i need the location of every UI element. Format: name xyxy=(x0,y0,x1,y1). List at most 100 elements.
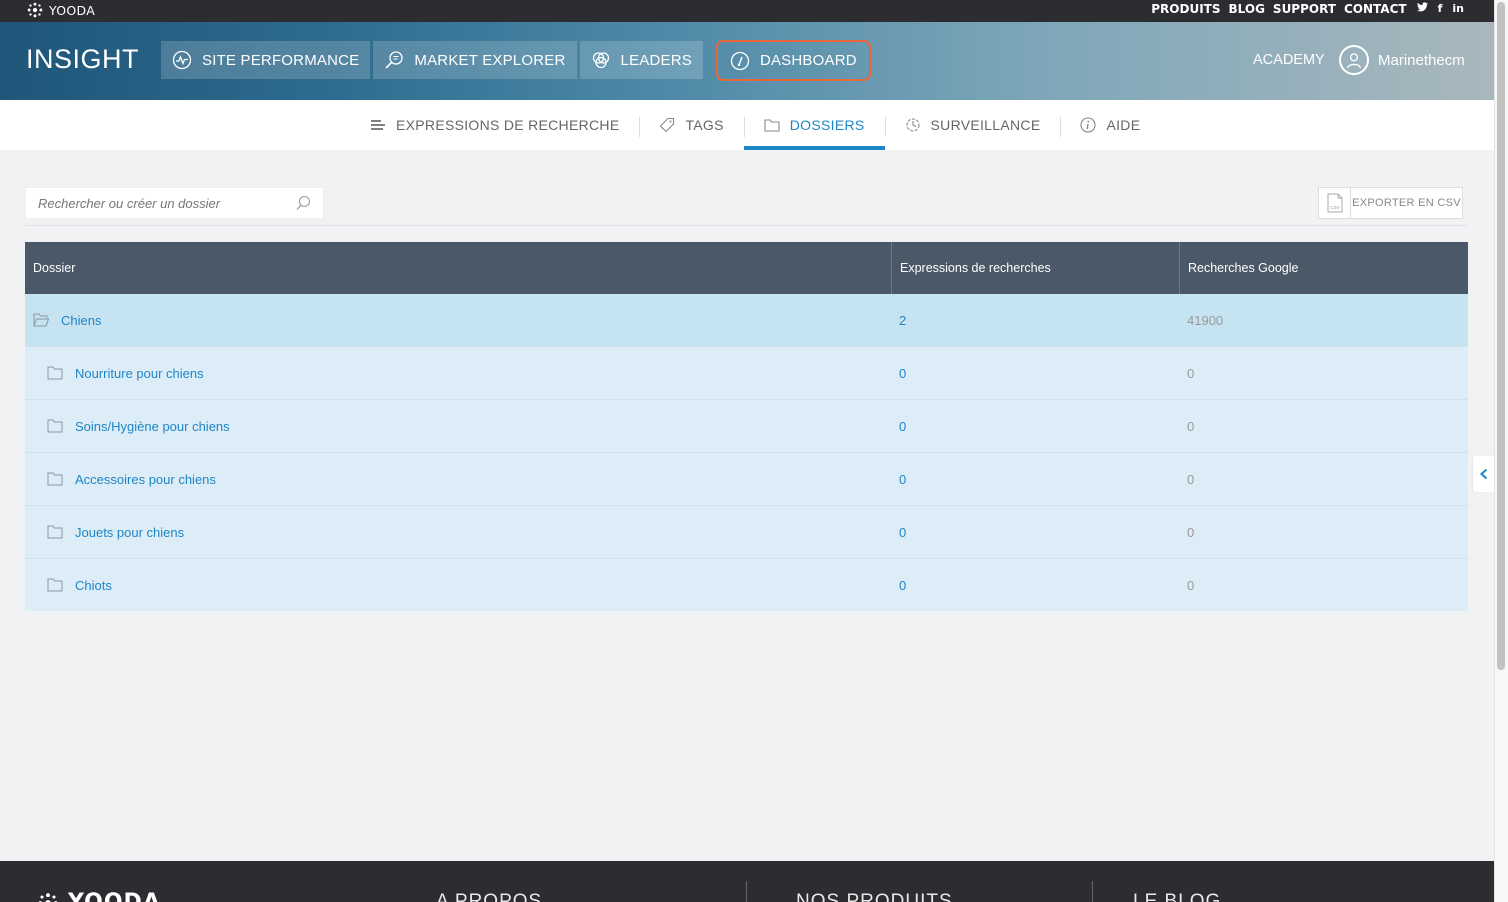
table-row[interactable]: Accessoires pour chiens 0 0 xyxy=(25,452,1468,505)
collapse-panel-button[interactable] xyxy=(1473,456,1494,492)
footer-logo[interactable]: YOODA xyxy=(36,890,161,902)
avatar xyxy=(1339,45,1369,75)
yooda-logo-text: YOODA xyxy=(49,2,96,18)
footer-divider xyxy=(746,881,747,902)
link-support[interactable]: SUPPORT xyxy=(1273,2,1336,16)
table-header: Dossier Expressions de recherches Recher… xyxy=(25,242,1468,294)
tab-site-performance[interactable]: SITE PERFORMANCE xyxy=(161,41,371,79)
subtab-label: EXPRESSIONS DE RECHERCHE xyxy=(396,117,620,133)
folder-icon xyxy=(47,366,63,380)
open-folder-icon xyxy=(33,313,49,327)
expressions-count[interactable]: 0 xyxy=(891,559,1179,611)
yooda-logo-icon xyxy=(38,892,58,902)
folder-name[interactable]: Accessoires pour chiens xyxy=(75,472,216,487)
tab-market-explorer[interactable]: MARKET EXPLORER xyxy=(373,41,577,79)
username: Marinethecm xyxy=(1378,51,1465,69)
twitter-icon[interactable] xyxy=(1416,2,1428,16)
folder-icon xyxy=(47,525,63,539)
circles-icon xyxy=(592,52,609,69)
info-icon xyxy=(1080,117,1097,133)
expressions-count[interactable]: 0 xyxy=(891,506,1179,558)
table-row[interactable]: Soins/Hygiène pour chiens 0 0 xyxy=(25,399,1468,452)
top-links: PRODUITS BLOG SUPPORT CONTACT f in xyxy=(1151,2,1464,16)
google-searches: 0 xyxy=(1187,471,1195,487)
tab-label: DASHBOARD xyxy=(759,52,857,69)
export-label: EXPORTER EN CSV xyxy=(1352,197,1461,209)
footer-logo-text: YOODA xyxy=(68,890,161,902)
top-utility-bar: YOODA PRODUITS BLOG SUPPORT CONTACT f in xyxy=(0,0,1494,22)
col-expressions[interactable]: Expressions de recherches xyxy=(891,242,1179,294)
yooda-logo-icon xyxy=(27,2,43,18)
divider xyxy=(25,225,1468,226)
footer-divider xyxy=(1092,881,1093,902)
csv-file-icon: CSV xyxy=(1319,188,1351,218)
watch-icon xyxy=(905,118,920,132)
expressions-count[interactable]: 0 xyxy=(891,453,1179,505)
search-icon[interactable] xyxy=(295,195,311,211)
link-blog[interactable]: BLOG xyxy=(1229,2,1265,16)
folder-name[interactable]: Soins/Hygiène pour chiens xyxy=(75,419,230,434)
col-google[interactable]: Recherches Google xyxy=(1179,242,1468,294)
subtab-label: DOSSIERS xyxy=(789,117,865,133)
subtab-label: AIDE xyxy=(1106,117,1141,133)
pulse-icon xyxy=(172,50,192,70)
scrollbar-thumb[interactable] xyxy=(1497,2,1505,670)
link-contact[interactable]: CONTACT xyxy=(1344,2,1407,16)
sub-navigation: EXPRESSIONS DE RECHERCHE TAGS DOSSIERS S… xyxy=(0,100,1494,150)
folder-name[interactable]: Chiots xyxy=(75,578,112,593)
folder-icon xyxy=(47,472,63,486)
tab-tags[interactable]: TAGS xyxy=(639,100,743,150)
google-searches: 0 xyxy=(1187,418,1195,434)
search-input[interactable] xyxy=(38,195,295,211)
tab-leaders[interactable]: LEADERS xyxy=(579,41,703,79)
table-row[interactable]: Chiots 0 0 xyxy=(25,558,1468,611)
subtab-label: TAGS xyxy=(685,117,724,133)
table-row[interactable]: Nourriture pour chiens 0 0 xyxy=(25,346,1468,399)
folder-name[interactable]: Jouets pour chiens xyxy=(75,525,184,540)
yooda-logo[interactable]: YOODA xyxy=(26,1,95,19)
product-title[interactable]: INSIGHT xyxy=(26,44,139,75)
tab-dashboard[interactable]: DASHBOARD xyxy=(715,40,871,81)
footer-col-about: A PROPOS xyxy=(436,891,543,902)
google-searches: 41900 xyxy=(1187,312,1224,328)
magnifier-icon xyxy=(385,51,404,69)
expressions-count[interactable]: 2 xyxy=(891,294,1179,346)
folder-search xyxy=(25,187,324,219)
google-searches: 0 xyxy=(1187,577,1195,593)
chevron-left-icon xyxy=(1479,468,1487,480)
google-searches: 0 xyxy=(1187,524,1195,540)
gauge-icon xyxy=(730,51,750,70)
folder-icon xyxy=(764,119,780,132)
tag-icon xyxy=(660,117,675,133)
footer: YOODA A PROPOS NOS PRODUITS LE BLOG xyxy=(0,861,1494,902)
tab-label: LEADERS xyxy=(620,51,692,69)
main-header: INSIGHT SITE PERFORMANCE MARKET EXPLORER… xyxy=(0,22,1494,100)
user-menu[interactable]: Marinethecm xyxy=(1339,45,1465,75)
academy-link[interactable]: ACADEMY xyxy=(1253,52,1325,68)
table-row[interactable]: Jouets pour chiens 0 0 xyxy=(25,505,1468,558)
list-icon xyxy=(371,120,385,130)
folder-name[interactable]: Chiens xyxy=(61,313,101,328)
tab-dossiers[interactable]: DOSSIERS xyxy=(743,100,885,150)
google-searches: 0 xyxy=(1187,365,1195,381)
col-dossier[interactable]: Dossier xyxy=(25,242,891,294)
folder-icon xyxy=(47,419,63,433)
expressions-count[interactable]: 0 xyxy=(891,400,1179,452)
tab-aide[interactable]: AIDE xyxy=(1060,100,1160,150)
tab-label: SITE PERFORMANCE xyxy=(202,51,360,69)
expressions-count[interactable]: 0 xyxy=(891,347,1179,399)
subtab-label: SURVEILLANCE xyxy=(930,117,1041,133)
footer-col-products: NOS PRODUITS xyxy=(796,891,953,902)
tab-surveillance[interactable]: SURVEILLANCE xyxy=(884,100,1061,150)
table-row[interactable]: Chiens 2 41900 xyxy=(25,294,1468,346)
link-produits[interactable]: PRODUITS xyxy=(1151,2,1220,16)
folders-table: Dossier Expressions de recherches Recher… xyxy=(25,242,1468,611)
facebook-icon[interactable]: f xyxy=(1438,2,1443,16)
tab-expressions[interactable]: EXPRESSIONS DE RECHERCHE xyxy=(350,100,639,150)
folder-icon xyxy=(47,578,63,592)
folder-name[interactable]: Nourriture pour chiens xyxy=(75,366,204,381)
svg-text:CSV: CSV xyxy=(1330,205,1339,210)
product-nav: SITE PERFORMANCE MARKET EXPLORER LEADERS… xyxy=(161,40,871,81)
linkedin-icon[interactable]: in xyxy=(1452,2,1464,16)
export-csv-button[interactable]: CSV EXPORTER EN CSV xyxy=(1318,187,1463,219)
